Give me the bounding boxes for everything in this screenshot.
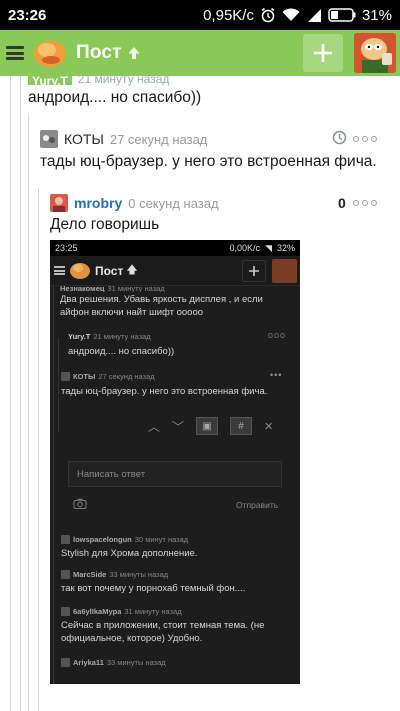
embedded-text-line: андроид.... но спасибо)) (68, 346, 175, 357)
battery-icon (328, 8, 356, 22)
comment-thread: Yury.T 21 минуту назад андроид.... но сп… (0, 76, 400, 711)
app-header: Пост (0, 30, 400, 76)
embedded-send-label: Отправить (236, 500, 279, 510)
embedded-text-line: официальное, которое) Удобно. (61, 633, 203, 644)
embedded-comment-meta: Ariyka11 33 минуты назад (61, 658, 166, 667)
embedded-text-line: Сейчас в приложении, стоит темная тема. … (61, 620, 265, 631)
embedded-dots-icon: ••• (270, 370, 283, 380)
battery-percent: 31% (361, 6, 392, 24)
embedded-plus-icon (242, 260, 266, 282)
page-title: Пост (76, 42, 122, 63)
thread-line (28, 114, 29, 711)
embedded-comment-meta: Yury.T 21 минуту назад (68, 332, 151, 341)
comment-time: 27 секунд назад (109, 131, 208, 147)
comment-header: Yury.T 21 минуту назад (28, 76, 169, 86)
thread-line (20, 76, 21, 711)
more-options-icon[interactable] (353, 200, 377, 206)
embedded-comment-meta: lowspacelongun 30 минут назад (61, 535, 188, 544)
embedded-reply-input: Написать ответ (68, 461, 282, 487)
comment-author[interactable]: КОТЫ (64, 131, 104, 147)
network-speed: 0,95K/c (203, 6, 254, 24)
thread-line (10, 76, 11, 711)
comment-text: тады юц-браузер. у него это встроенная ф… (40, 153, 377, 170)
embedded-hash-icon: # (230, 417, 253, 435)
embedded-comment-meta: Незнакомец 31 минуту назад (60, 284, 165, 292)
alarm-icon (261, 7, 275, 23)
avatar[interactable] (50, 194, 68, 212)
embedded-close-icon: ✕ (264, 420, 274, 433)
embedded-save-icon: ▣ (196, 417, 219, 435)
embedded-text-line: Stylish для Хрома дополнение. (61, 548, 198, 559)
embedded-comment-meta: MarcSide 33 минуты назад (61, 570, 168, 579)
embedded-menu-icon (54, 266, 65, 275)
embedded-wifi-icon: ◥ (265, 242, 272, 253)
wifi-icon (282, 8, 300, 21)
embedded-text-line: так вот почему у порнохаб темный фон.... (61, 583, 246, 594)
status-bar: 23:26 0,95K/c 31% (0, 0, 400, 30)
avatar[interactable] (40, 130, 58, 148)
comment-header: mrobry 0 секунд назад (50, 194, 219, 212)
embedded-chevron-up-icon: ︿ (148, 419, 161, 434)
embedded-text-line: айфон включи найт шифт ооооо (60, 307, 204, 318)
embedded-status-bar: 23:25 0,00K/c ◥ 32% (50, 240, 300, 256)
embedded-format-toolbar: ︿ ﹀ ▣ # ✕ (148, 415, 273, 437)
menu-icon[interactable] (6, 46, 24, 60)
embedded-chevron-down-icon: ﹀ (172, 419, 185, 434)
comment-text: андроид.... но спасибо)) (28, 89, 202, 106)
embedded-comment-meta: КОТЫ 27 секунд назад (61, 372, 155, 381)
comment-author[interactable]: Yury.T (28, 76, 72, 85)
embedded-app-header: Пост 🡅 (50, 256, 300, 286)
comment-author[interactable]: mrobry (74, 195, 122, 211)
more-options-icon[interactable] (353, 136, 377, 142)
signal-icon (307, 9, 321, 22)
embedded-battery-percent: 32% (276, 243, 295, 253)
comment-time: 0 секунд назад (128, 195, 219, 211)
avatar-image (354, 33, 396, 73)
comment-time: 21 минуту назад (77, 76, 170, 86)
comment-text: Дело говоришь (50, 216, 160, 233)
embedded-logo (70, 263, 90, 279)
embedded-comment-meta: 6a6ylIkaMypa 31 минуту назад (61, 607, 182, 616)
status-time: 23:26 (8, 6, 47, 24)
comment-score: 0 (338, 195, 346, 211)
embedded-avatar (272, 259, 297, 283)
thread-line (38, 188, 39, 711)
embedded-text-line: Два решения. Убавь яркость дисплея , и е… (60, 294, 263, 305)
embedded-camera-icon (73, 498, 87, 509)
user-avatar[interactable] (354, 33, 396, 73)
embedded-speed: 0,00K/c (229, 243, 261, 253)
embedded-text-line: тады юц-браузер. у него это встроенная ф… (61, 386, 268, 397)
embedded-title: Пост (95, 263, 124, 278)
embedded-arrow-up-icon: 🡅 (126, 264, 138, 276)
embedded-dots-icon: ooo (268, 330, 287, 340)
attached-screenshot[interactable]: 23:25 0,00K/c ◥ 32% Пост 🡅 Незнакомец 31… (50, 240, 300, 684)
arrow-up-icon[interactable] (127, 46, 141, 60)
clock-icon[interactable] (332, 130, 347, 145)
embedded-time: 23:25 (55, 243, 78, 253)
app-logo[interactable] (32, 37, 68, 69)
plus-icon (314, 44, 332, 62)
comment-header: КОТЫ 27 секунд назад (40, 130, 207, 148)
add-post-button[interactable] (303, 34, 343, 72)
